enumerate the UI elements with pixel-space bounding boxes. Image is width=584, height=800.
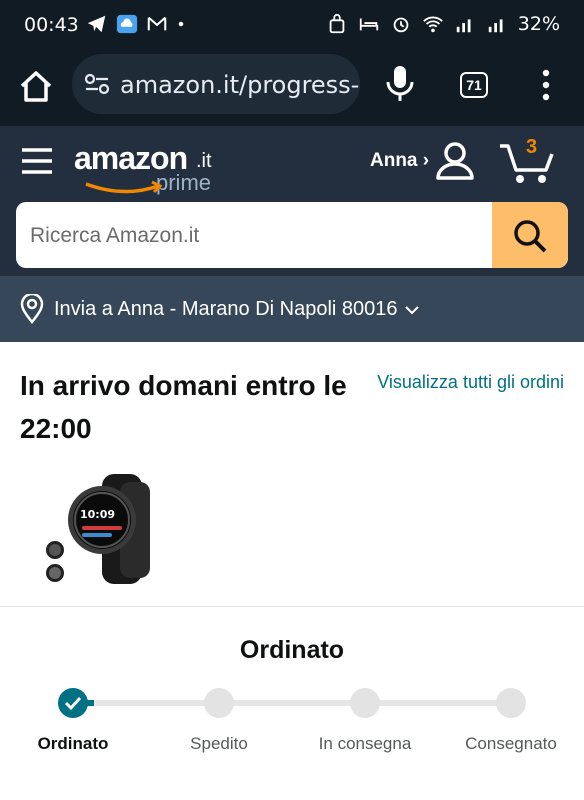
lock-bag-icon (329, 13, 345, 34)
check-icon (64, 696, 82, 711)
step-ordered-label: Ordinato (37, 734, 109, 753)
section-divider (0, 606, 584, 607)
user-icon[interactable] (434, 140, 476, 182)
telegram-icon (87, 15, 106, 33)
url-text: amazon.it/progress-t (120, 71, 360, 99)
step-delivered-dot (496, 688, 526, 718)
microphone-icon[interactable] (384, 64, 416, 104)
tab-switcher-button[interactable]: 71 (460, 72, 488, 98)
more-notifications-icon (178, 21, 184, 27)
url-bar[interactable]: amazon.it/progress-t (72, 54, 360, 114)
gmail-icon (147, 16, 167, 31)
status-time: 00:43 (24, 14, 79, 36)
search-icon (514, 220, 547, 253)
site-settings-icon[interactable] (84, 72, 110, 96)
step-ordered-dot (58, 688, 88, 718)
step-out-for-delivery-label: In consegna (318, 734, 412, 753)
hamburger-menu-icon[interactable] (20, 146, 54, 176)
step-shipped-label: Spedito (190, 734, 248, 753)
cart-count: 3 (526, 136, 538, 158)
amazon-smile-icon (85, 180, 163, 194)
home-icon[interactable] (14, 64, 58, 108)
step-delivered-label: Consegnato (465, 734, 557, 753)
step-out-for-delivery-dot (350, 688, 380, 718)
search-input[interactable]: Ricerca Amazon.it (30, 224, 199, 248)
browser-toolbar: amazon.it/progress-t 71 (0, 50, 584, 126)
amazon-header: amazon .it prime Anna › 3 Ricerca Amazon… (0, 126, 584, 276)
delivery-address: Invia a Anna - Marano Di Napoli 80016 (54, 298, 398, 320)
account-link[interactable]: Anna › (370, 150, 429, 172)
product-smartwatch-image[interactable]: 10:09 (42, 470, 162, 586)
wifi-icon (422, 16, 443, 33)
watch-face-time: 10:09 (80, 508, 115, 521)
step-shipped-dot (204, 688, 234, 718)
signal-icon (456, 19, 471, 33)
status-bar: 00:43 32% (0, 0, 584, 50)
order-status-title: Ordinato (239, 636, 345, 664)
chevron-down-icon (405, 306, 419, 315)
delivery-location-bar[interactable]: Invia a Anna - Marano Di Napoli 80016 (0, 276, 584, 342)
more-options-icon[interactable] (536, 68, 556, 102)
arrival-heading: In arrivo domani entro le 22:00 (20, 370, 347, 444)
cloud-app-icon (116, 14, 138, 34)
location-pin-icon (20, 294, 44, 324)
amazon-prime-logo[interactable]: amazon .it prime (74, 140, 224, 195)
battery-level: 32% (517, 13, 560, 35)
bed-icon (359, 18, 378, 31)
alarm-icon (393, 17, 409, 33)
progress-track (72, 700, 512, 706)
search-bar[interactable]: Ricerca Amazon.it (16, 202, 568, 268)
search-button[interactable] (492, 202, 568, 268)
signal-2-icon (488, 19, 503, 33)
view-all-orders-link[interactable]: Visualizza tutti gli ordini (374, 368, 564, 396)
